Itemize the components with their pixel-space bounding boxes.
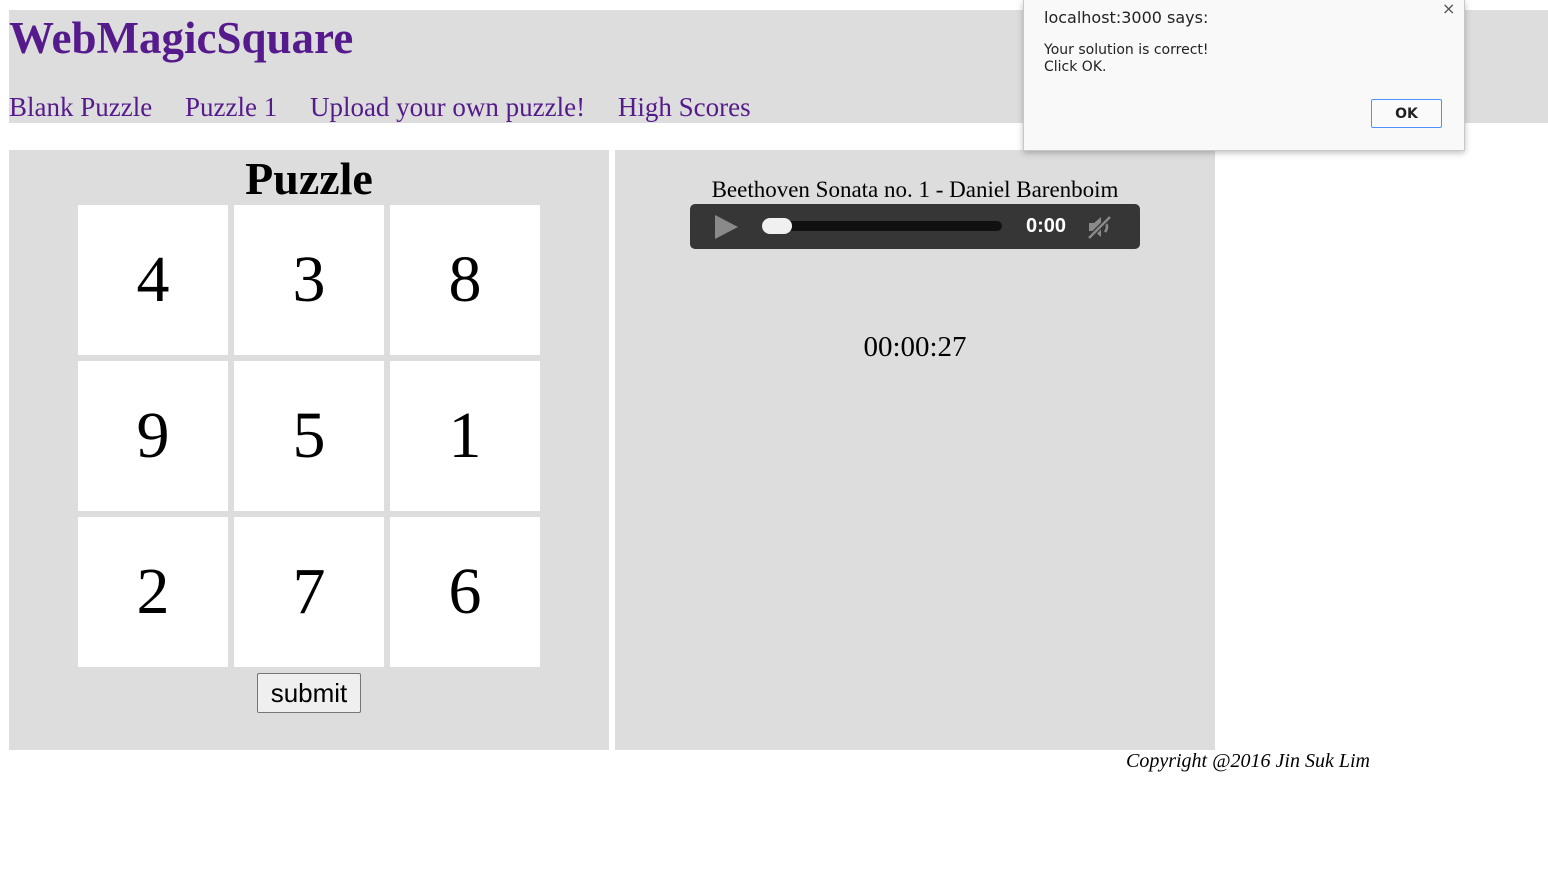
nav-link-upload-puzzle[interactable]: Upload your own puzzle! [310, 92, 585, 122]
grid-cell[interactable]: 6 [390, 517, 540, 667]
seek-bar-thumb[interactable] [762, 218, 792, 234]
media-panel: Beethoven Sonata no. 1 - Daniel Barenboi… [615, 150, 1215, 750]
puzzle-title: Puzzle [245, 153, 373, 204]
play-icon[interactable] [712, 214, 740, 240]
audio-player: 0:00 [690, 204, 1140, 249]
site-title[interactable]: WebMagicSquare [9, 12, 353, 64]
grid-cell[interactable]: 8 [390, 205, 540, 355]
current-time: 0:00 [1026, 215, 1067, 237]
nav-link-high-scores[interactable]: High Scores [618, 92, 751, 122]
nav-link-blank-puzzle[interactable]: Blank Puzzle [9, 92, 152, 122]
grid-cell[interactable]: 5 [234, 361, 384, 511]
grid-cell[interactable]: 3 [234, 205, 384, 355]
alert-dialog: localhost:3000 says: × Your solution is … [1023, 0, 1465, 151]
grid-cell[interactable]: 7 [234, 517, 384, 667]
grid-cell[interactable]: 1 [390, 361, 540, 511]
grid-cell[interactable]: 4 [78, 205, 228, 355]
main-nav: Blank Puzzle Puzzle 1 Upload your own pu… [9, 90, 777, 126]
dialog-message: Your solution is correct! Click OK. [1044, 42, 1209, 76]
ok-button[interactable]: OK [1371, 99, 1442, 128]
grid-cell[interactable]: 2 [78, 517, 228, 667]
dialog-title: localhost:3000 says: [1044, 8, 1209, 27]
seek-bar[interactable] [762, 218, 1002, 234]
submit-button[interactable]: submit [257, 673, 361, 713]
puzzle-panel: Puzzle 4 3 8 9 5 1 2 7 6 submit [9, 150, 609, 750]
magic-square-grid: 4 3 8 9 5 1 2 7 6 [78, 205, 546, 673]
elapsed-timer: 00:00:27 [863, 331, 967, 363]
close-icon[interactable]: × [1442, 0, 1455, 18]
dialog-message-line: Click OK. [1044, 59, 1107, 75]
dialog-message-line: Your solution is correct! [1044, 42, 1209, 58]
nav-link-puzzle-1[interactable]: Puzzle 1 [185, 92, 277, 122]
muted-speaker-icon[interactable] [1086, 213, 1114, 241]
copyright-text: Copyright @2016 Jin Suk Lim [1126, 750, 1370, 772]
grid-cell[interactable]: 9 [78, 361, 228, 511]
track-title: Beethoven Sonata no. 1 - Daniel Barenboi… [711, 177, 1119, 202]
